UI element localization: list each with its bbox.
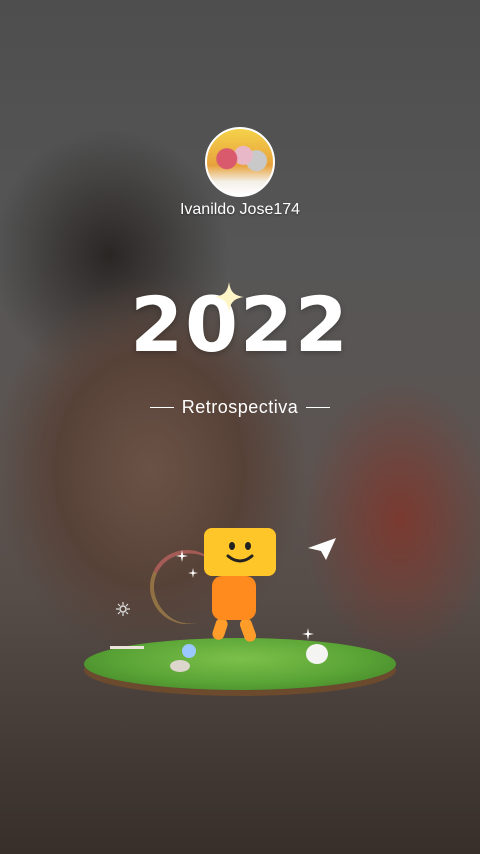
divider-left [149, 407, 174, 408]
mascot-body [212, 576, 256, 620]
sparkle-icon [176, 550, 188, 562]
paper-plane-icon [308, 538, 336, 560]
profile-username[interactable]: Ivanildo Jose174 [0, 201, 480, 219]
sparkle-icon [214, 282, 244, 312]
sparkle-icon [302, 628, 314, 640]
fence [110, 646, 144, 663]
rock [170, 660, 190, 672]
recap-illustration [80, 520, 400, 700]
bird-icon [306, 644, 328, 664]
recap-title: Retrospectiva [181, 397, 299, 417]
smiley-mascot-icon [204, 528, 276, 576]
recap-subtitle-row: Retrospectiva [0, 397, 480, 418]
profile-avatar[interactable] [205, 127, 275, 197]
flower-icon [182, 644, 196, 658]
sparkle-icon [188, 568, 198, 578]
sun-icon [116, 602, 130, 616]
divider-right [306, 407, 331, 408]
